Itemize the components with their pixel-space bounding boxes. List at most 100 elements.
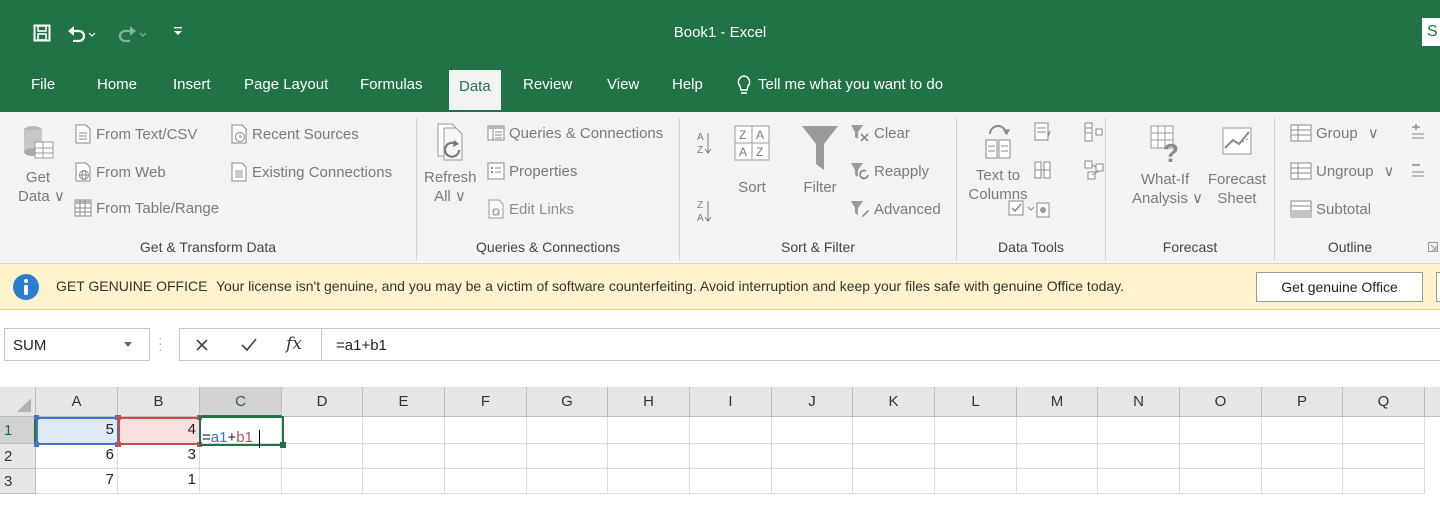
cell-d2[interactable] <box>282 444 363 469</box>
cell-h1[interactable] <box>608 417 690 444</box>
tab-data[interactable]: Data <box>447 68 503 112</box>
column-header-q[interactable]: Q <box>1343 387 1425 417</box>
what-if-analysis-button[interactable]: ? What-If Analysis ∨ <box>1132 122 1203 208</box>
from-text-csv-button[interactable]: From Text/CSV <box>74 124 197 144</box>
redo-icon[interactable] <box>118 24 148 42</box>
undo-icon[interactable] <box>67 24 97 42</box>
cell-q3[interactable] <box>1343 469 1425 494</box>
advanced-filter-button[interactable]: Advanced <box>850 200 941 218</box>
tab-page-layout[interactable]: Page Layout <box>244 76 328 93</box>
cell-e2[interactable] <box>363 444 445 469</box>
cell-f3[interactable] <box>445 469 527 494</box>
cell-n2[interactable] <box>1098 444 1180 469</box>
column-header-r-partial[interactable] <box>1425 387 1440 417</box>
hide-detail-button[interactable] <box>1410 162 1426 180</box>
range-handle[interactable] <box>116 415 121 420</box>
ungroup-button[interactable]: Ungroup ∨ <box>1290 162 1395 180</box>
show-detail-button[interactable] <box>1410 124 1426 142</box>
formula-input[interactable]: =a1+b1 <box>321 328 1440 361</box>
from-web-button[interactable]: From Web <box>74 162 166 182</box>
text-to-columns-button[interactable]: Text to Columns <box>968 122 1028 204</box>
cell-h3[interactable] <box>608 469 690 494</box>
cell-k1[interactable] <box>853 417 935 444</box>
data-validation-button[interactable] <box>1008 200 1036 218</box>
cell-j3[interactable] <box>772 469 853 494</box>
column-header-i[interactable]: I <box>690 387 772 417</box>
cell-g1[interactable] <box>527 417 608 444</box>
column-header-o[interactable]: O <box>1180 387 1262 417</box>
fill-handle[interactable] <box>280 442 286 448</box>
range-handle[interactable] <box>116 442 121 447</box>
cell-o3[interactable] <box>1180 469 1262 494</box>
save-icon[interactable] <box>33 24 51 42</box>
cell-a3[interactable]: 7 <box>36 469 118 494</box>
column-header-e[interactable]: E <box>363 387 445 417</box>
insert-function-icon[interactable]: fx <box>286 334 302 354</box>
tab-review[interactable]: Review <box>523 76 572 93</box>
row-header-2[interactable]: 2 <box>0 444 36 469</box>
cell-i1[interactable] <box>690 417 772 444</box>
cell-f2[interactable] <box>445 444 527 469</box>
column-header-d[interactable]: D <box>282 387 363 417</box>
column-header-b[interactable]: B <box>118 387 200 417</box>
reapply-button[interactable]: Reapply <box>850 162 929 180</box>
queries-connections-button[interactable]: Queries & Connections <box>487 124 663 142</box>
cell-a2[interactable]: 6 <box>36 444 118 469</box>
message-bar-close-button[interactable] <box>1436 272 1440 302</box>
edit-links-button[interactable]: Edit Links <box>487 199 574 219</box>
range-handle[interactable] <box>197 415 202 420</box>
row-header-1[interactable]: 1 <box>0 417 36 444</box>
cell-i2[interactable] <box>690 444 772 469</box>
cell-j2[interactable] <box>772 444 853 469</box>
column-header-f[interactable]: F <box>445 387 527 417</box>
column-header-m[interactable]: M <box>1017 387 1098 417</box>
cell-b3[interactable]: 1 <box>118 469 200 494</box>
get-data-button[interactable]: Get Data ∨ <box>18 122 65 206</box>
cell-o1[interactable] <box>1180 417 1262 444</box>
remove-duplicates-button[interactable] <box>1034 160 1052 180</box>
cell-b2[interactable]: 3 <box>118 444 200 469</box>
cell-p2[interactable] <box>1262 444 1343 469</box>
cell-e3[interactable] <box>363 469 445 494</box>
customize-quick-access-icon[interactable] <box>172 24 184 38</box>
cell-h2[interactable] <box>608 444 690 469</box>
tab-home[interactable]: Home <box>97 76 137 93</box>
column-header-c[interactable]: C <box>200 387 282 417</box>
subtotal-button[interactable]: Subtotal <box>1290 200 1371 218</box>
consolidate-button[interactable] <box>1034 200 1052 220</box>
tab-insert[interactable]: Insert <box>173 76 211 93</box>
properties-button[interactable]: Properties <box>487 162 577 180</box>
cell-b1[interactable]: 4 <box>118 417 200 444</box>
sign-in-button[interactable]: S <box>1422 18 1440 46</box>
chevron-down-icon[interactable] <box>123 341 133 349</box>
cell-p3[interactable] <box>1262 469 1343 494</box>
formula-bar-splitter[interactable]: · · · <box>158 330 163 356</box>
what-if-small-button[interactable] <box>1084 122 1104 142</box>
flash-fill-button[interactable] <box>1034 122 1052 142</box>
cell-n1[interactable] <box>1098 417 1180 444</box>
cell-k3[interactable] <box>853 469 935 494</box>
filter-button[interactable]: Filter <box>796 124 844 197</box>
tab-file[interactable]: File <box>31 76 55 93</box>
cell-k2[interactable] <box>853 444 935 469</box>
cell-p1[interactable] <box>1262 417 1343 444</box>
cell-l3[interactable] <box>935 469 1017 494</box>
tell-me-search[interactable]: Tell me what you want to do <box>736 74 943 96</box>
get-genuine-office-button[interactable]: Get genuine Office <box>1256 272 1423 302</box>
cell-m1[interactable] <box>1017 417 1098 444</box>
cancel-icon[interactable] <box>194 336 210 354</box>
tab-help[interactable]: Help <box>672 76 703 93</box>
cell-l1[interactable] <box>935 417 1017 444</box>
recent-sources-button[interactable]: Recent Sources <box>230 124 359 144</box>
cell-j1[interactable] <box>772 417 853 444</box>
outline-dialog-launcher-icon[interactable] <box>1428 242 1438 252</box>
row-header-3[interactable]: 3 <box>0 469 36 494</box>
cell-i3[interactable] <box>690 469 772 494</box>
sort-z-to-a-button[interactable]: ZA <box>696 198 712 224</box>
cell-q2[interactable] <box>1343 444 1425 469</box>
column-header-l[interactable]: L <box>935 387 1017 417</box>
cell-a1[interactable]: 5 <box>36 417 118 444</box>
existing-connections-button[interactable]: Existing Connections <box>230 162 392 182</box>
cell-m3[interactable] <box>1017 469 1098 494</box>
tab-formulas[interactable]: Formulas <box>360 76 423 93</box>
